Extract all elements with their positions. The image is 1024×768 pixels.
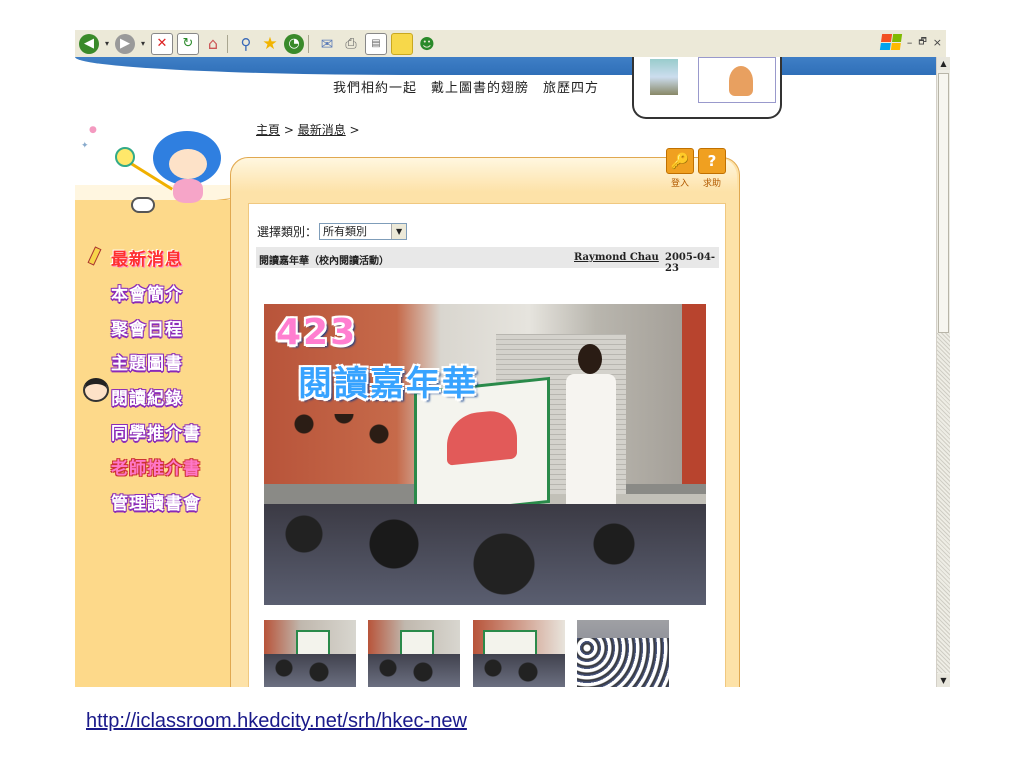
photo-seated-students <box>264 504 706 605</box>
edit-icon[interactable]: ▤ <box>365 32 387 55</box>
toolbar-separator <box>227 34 228 53</box>
nav-item-manage-club[interactable]: 管理讀書會 <box>111 489 201 515</box>
restore-button[interactable]: 🗗 <box>918 34 926 50</box>
sparkle-icon: ● <box>89 125 97 135</box>
window-controls: – 🗗 × <box>879 34 942 50</box>
entry-title: 閱讀嘉年華（校內閱讀活動） <box>259 256 389 267</box>
header-illustration <box>698 57 776 103</box>
mail-icon[interactable]: ✉ <box>317 34 337 54</box>
photo-thumbnails <box>264 620 684 687</box>
cloud-icon <box>131 197 155 213</box>
category-select-value: 所有類別 <box>323 225 368 238</box>
nav-item-latest-news[interactable]: 最新消息 <box>111 245 183 271</box>
key-icon: 🔑 <box>666 148 694 174</box>
breadcrumb-separator: > <box>280 123 298 137</box>
nav-item-reading-records[interactable]: 閱讀紀錄 <box>111 384 183 410</box>
nav-item-teacher-picks[interactable]: 老師推介書 <box>111 454 201 480</box>
mascot-face <box>169 149 207 179</box>
photo-brick-column <box>682 304 706 484</box>
page-viewport: 我們相約一起 戴上圖書的翅膀 旅歷四方 ● ✦ 最新消息 本會簡介 聚會日程 主… <box>75 57 936 687</box>
breadcrumb-separator: > <box>345 123 360 137</box>
nav-item-student-picks[interactable]: 同學推介書 <box>111 419 201 445</box>
home-icon[interactable]: ⌂ <box>203 34 223 54</box>
wand-star-icon <box>115 147 135 167</box>
help-label: 求助 <box>702 179 721 189</box>
source-url-link[interactable]: http://iclassroom.hkedcity.net/srh/hkec-… <box>86 710 467 733</box>
print-icon[interactable]: ⎙ <box>341 34 361 54</box>
photo-thumbnail[interactable] <box>577 620 669 687</box>
nav-item-theme-books[interactable]: 主題圖書 <box>111 349 183 375</box>
category-filter: 選擇類別： 所有類別 ▼ <box>257 223 408 240</box>
history-icon[interactable]: ◔ <box>284 33 304 54</box>
back-dropdown-icon[interactable]: ▾ <box>103 34 111 54</box>
category-select[interactable]: 所有類別 ▼ <box>319 223 408 240</box>
mascot-body <box>173 179 203 203</box>
breadcrumb: 主頁 > 最新消息 > <box>256 121 360 138</box>
scrollbar-thumb[interactable] <box>938 73 949 333</box>
favorites-icon[interactable]: ★ <box>260 34 280 54</box>
top-actions: 🔑 登入 ? 求助 <box>666 148 726 189</box>
messenger-icon[interactable]: ☻ <box>417 34 437 54</box>
scroll-down-icon[interactable]: ▼ <box>937 674 950 687</box>
breadcrumb-home-link[interactable]: 主頁 <box>256 123 280 137</box>
photo-audience-standing <box>284 414 404 514</box>
content-frame-tab <box>231 158 737 192</box>
close-button[interactable]: × <box>933 36 942 49</box>
forward-dropdown-icon[interactable]: ▾ <box>139 34 147 54</box>
fairy-mascot: ● ✦ <box>75 117 245 217</box>
event-photo: 423 閱讀嘉年華 <box>264 304 706 605</box>
site-slogan: 我們相約一起 戴上圖書的翅膀 旅歷四方 <box>333 81 600 96</box>
forward-icon[interactable]: ▶ <box>115 33 135 54</box>
nav-item-about[interactable]: 本會簡介 <box>111 280 183 306</box>
photo-overlay-date: 423 <box>276 312 358 353</box>
toolbar-separator <box>308 34 309 53</box>
sparkle-icon: ✦ <box>81 141 89 151</box>
scroll-up-icon[interactable]: ▲ <box>937 57 950 70</box>
windows-logo-icon <box>879 34 902 50</box>
category-filter-label: 選擇類別： <box>257 225 318 239</box>
stop-icon[interactable]: ✕ <box>151 32 173 55</box>
header-photo <box>650 59 678 95</box>
header-photo-tab <box>632 57 782 119</box>
entry-date: 2005-04-23 <box>665 252 716 274</box>
photo-thumbnail[interactable] <box>473 620 565 687</box>
help-button[interactable]: ? 求助 <box>698 148 726 189</box>
entry-author-link[interactable]: Raymond Chau <box>574 252 659 263</box>
photo-thumbnail[interactable] <box>264 620 356 687</box>
photo-thumbnail[interactable] <box>368 620 460 687</box>
news-entry-row: 閱讀嘉年華（校內閱讀活動） Raymond Chau 2005-04-23 <box>256 247 719 274</box>
folder-icon[interactable] <box>391 32 413 55</box>
nav-item-schedule[interactable]: 聚會日程 <box>111 315 183 341</box>
scrollbar-track[interactable] <box>937 333 950 673</box>
search-icon[interactable]: ⚲ <box>236 34 256 54</box>
photo-overlay-title: 閱讀嘉年華 <box>298 364 478 404</box>
question-icon: ? <box>698 148 726 174</box>
vertical-scrollbar[interactable]: ▲ ▼ <box>936 57 950 687</box>
chevron-down-icon[interactable]: ▼ <box>391 224 407 239</box>
header-banner <box>75 57 936 75</box>
refresh-icon[interactable]: ↻ <box>177 32 199 55</box>
login-label: 登入 <box>670 179 689 189</box>
browser-toolbar: ◀ ▾ ▶ ▾ ✕ ↻ ⌂ ⚲ ★ ◔ ✉ ⎙ ▤ ☻ – 🗗 × <box>75 30 946 58</box>
minimize-button[interactable]: – <box>907 36 913 49</box>
back-icon[interactable]: ◀ <box>79 33 99 54</box>
face-marker-icon <box>83 378 109 402</box>
breadcrumb-news-link[interactable]: 最新消息 <box>298 123 346 137</box>
login-button[interactable]: 🔑 登入 <box>666 148 694 189</box>
